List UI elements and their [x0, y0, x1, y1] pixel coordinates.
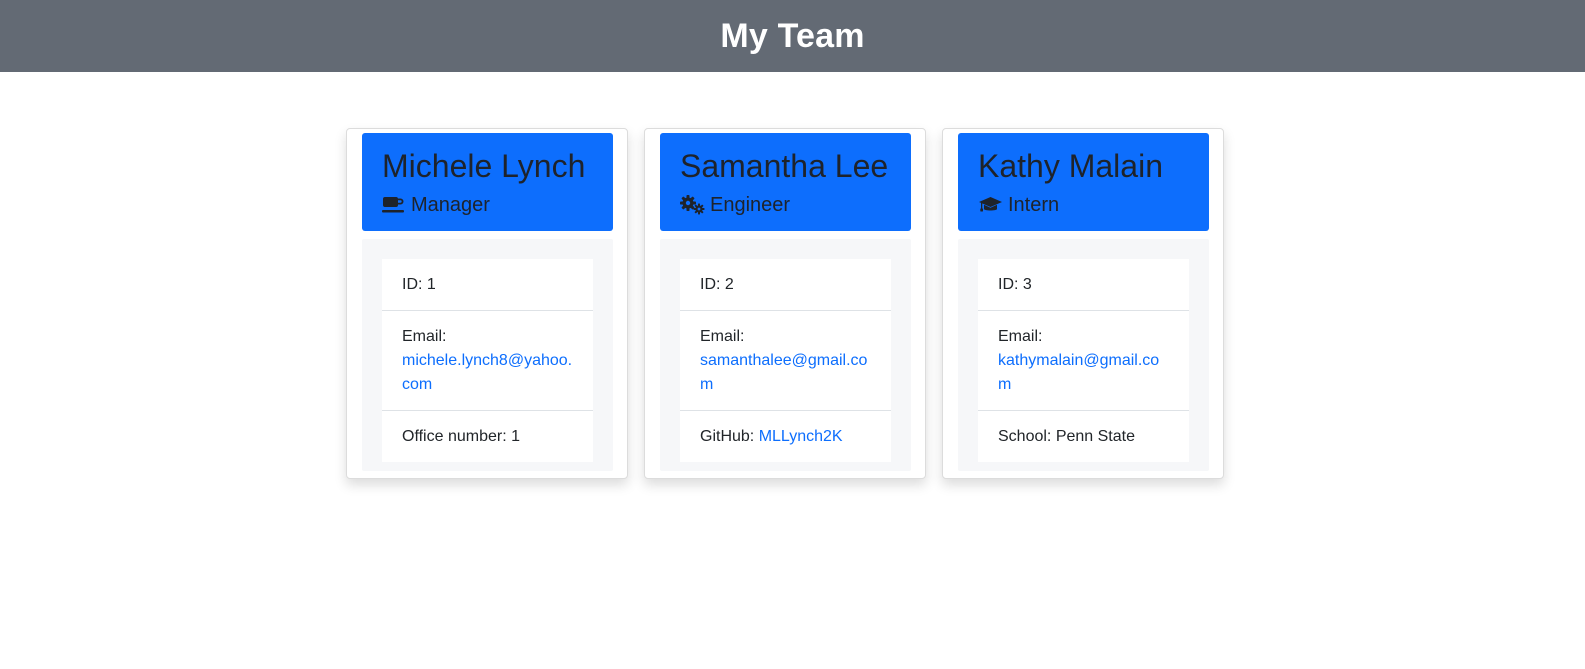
coffee-icon [382, 195, 411, 215]
email-label: Email: [998, 328, 1043, 345]
gears-icon [680, 195, 710, 215]
top-bar: My Team [0, 0, 1585, 72]
graduation-cap-icon [978, 195, 1008, 215]
office-number: Office number: 1 [382, 410, 593, 462]
employee-name: Michele Lynch [382, 148, 586, 184]
email-link[interactable]: kathymalain@gmail.com [998, 352, 1159, 393]
card-body: ID: 1 Email: michele.lynch8@yahoo.com Of… [362, 239, 613, 471]
employee-card-intern: Kathy Malain Intern ID: 3 Email: kathyma… [942, 128, 1224, 479]
employee-email-row: Email: kathymalain@gmail.com [978, 310, 1189, 410]
employee-email-row: Email: samanthalee@gmail.com [680, 310, 891, 410]
card-header: Kathy Malain Intern [958, 133, 1209, 231]
info-list: ID: 3 Email: kathymalain@gmail.com Schoo… [978, 259, 1189, 462]
employee-role: Intern [978, 191, 1189, 219]
employee-role: Engineer [680, 191, 891, 219]
employee-id: ID: 1 [402, 276, 436, 293]
page-title: My Team [720, 16, 865, 55]
employee-name: Kathy Malain [978, 148, 1163, 184]
employee-id: ID: 2 [700, 276, 734, 293]
email-link[interactable]: samanthalee@gmail.com [700, 352, 867, 393]
employee-id: ID: 3 [998, 276, 1032, 293]
employee-role: Manager [382, 191, 593, 219]
employee-role-label: Manager [411, 194, 490, 216]
employee-card-manager: Michele Lynch Manager ID: 1 Email: miche… [346, 128, 628, 479]
github-link[interactable]: MLLynch2K [759, 428, 843, 445]
email-link[interactable]: michele.lynch8@yahoo.com [402, 352, 572, 393]
card-body: ID: 2 Email: samanthalee@gmail.com GitHu… [660, 239, 911, 471]
email-label: Email: [700, 328, 745, 345]
school-row: School: Penn State [978, 410, 1189, 462]
card-header: Samantha Lee Engineer [660, 133, 911, 231]
email-label: Email: [402, 328, 447, 345]
employee-name: Samantha Lee [680, 148, 889, 184]
github-row: GitHub: MLLynch2K [680, 410, 891, 462]
employee-role-label: Intern [1008, 194, 1060, 216]
card-body: ID: 3 Email: kathymalain@gmail.com Schoo… [958, 239, 1209, 471]
employee-email-row: Email: michele.lynch8@yahoo.com [382, 310, 593, 410]
github-label: GitHub: [700, 428, 759, 445]
info-list: ID: 2 Email: samanthalee@gmail.com GitHu… [680, 259, 891, 462]
employee-role-label: Engineer [710, 194, 791, 216]
employee-card-engineer: Samantha Lee Engineer ID: 2 Email: saman… [644, 128, 926, 479]
card-header: Michele Lynch Manager [362, 133, 613, 231]
info-list: ID: 1 Email: michele.lynch8@yahoo.com Of… [382, 259, 593, 462]
